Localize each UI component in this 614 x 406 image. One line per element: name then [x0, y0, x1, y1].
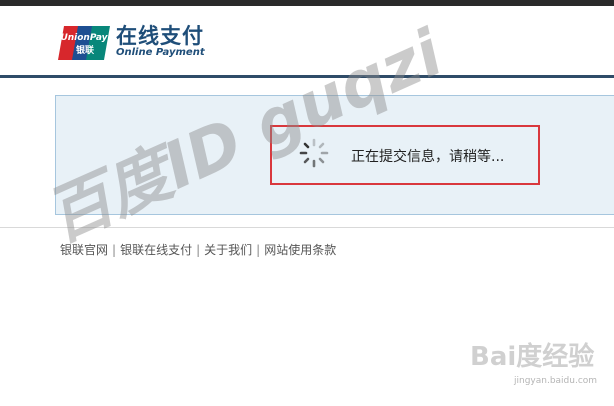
loading-message: 正在提交信息，请稍等... [351, 149, 505, 165]
baidu-watermark: Bai度经验 [470, 342, 595, 372]
footer-link-online-payment[interactable]: 银联在线支付 [120, 243, 192, 257]
header-divider [0, 75, 614, 78]
brand-title: 在线支付 [116, 24, 204, 48]
footer-link-terms[interactable]: 网站使用条款 [264, 243, 336, 257]
loading-spinner-icon [299, 138, 329, 168]
footer-link-about-us[interactable]: 关于我们 [204, 243, 252, 257]
footer-separator: | [256, 243, 261, 257]
footer-link-unionpay-site[interactable]: 银联官网 [60, 243, 108, 257]
logo-text-top: UnionPay [60, 33, 108, 43]
footer-separator: | [196, 243, 201, 257]
baidu-watermark-url: jingyan.baidu.com [514, 376, 598, 386]
logo-text-bottom: 银联 [76, 44, 95, 56]
unionpay-logo: UnionPay 银联 [58, 26, 110, 60]
brand-subtitle: Online Payment [116, 47, 205, 58]
footer-links: 银联官网 | 银联在线支付 | 关于我们 | 网站使用条款 [60, 241, 336, 258]
panel-divider [0, 227, 614, 228]
footer-separator: | [112, 243, 117, 257]
